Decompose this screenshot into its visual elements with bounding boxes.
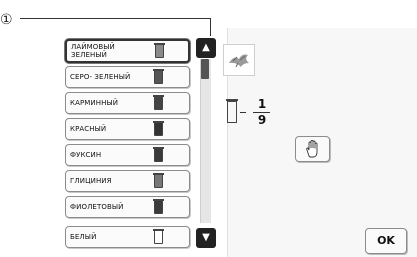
color-counter-current: 1 (257, 97, 267, 111)
triangle-up-icon: ▲ (202, 42, 210, 53)
triangle-down-icon: ▼ (202, 232, 210, 243)
ok-button[interactable]: OK (365, 228, 407, 254)
thread-spool-icon (154, 148, 163, 162)
color-item[interactable]: ФИОЛЕТОВЫЙ (65, 196, 190, 218)
thread-spool-icon (155, 44, 164, 58)
embroidery-preview (223, 44, 255, 76)
callout-leader-line-vertical (210, 18, 211, 36)
thread-spool-icon (154, 122, 163, 136)
thread-spool-icon (154, 174, 163, 188)
thread-spool-icon (154, 70, 163, 84)
color-item[interactable]: ЛАЙМОВЫЙ ЗЕЛЕНЫЙ (65, 39, 190, 63)
callout-number: ① (0, 12, 13, 28)
color-counter-total: 9 (257, 113, 267, 127)
scroll-down-button[interactable]: ▼ (196, 228, 216, 248)
color-item[interactable]: СЕРО- ЗЕЛЕНЫЙ (65, 66, 190, 88)
scrollbar-thumb[interactable] (201, 59, 209, 79)
embroidery-preview-icon (229, 54, 249, 68)
move-hand-button[interactable] (295, 136, 330, 162)
color-item-label: ЛАЙМОВЫЙ ЗЕЛЕНЫЙ (71, 43, 115, 59)
color-item-label: КАРМИННЫЙ (70, 99, 119, 107)
color-item-label: БЕЛЫЙ (70, 233, 97, 241)
callout-leader-line (20, 18, 211, 19)
thread-spool-icon (154, 96, 163, 110)
counter-dash (240, 112, 246, 113)
thread-spool-icon (227, 101, 237, 123)
thread-spool-icon (154, 230, 163, 244)
color-item[interactable]: КРАСНЫЙ (65, 118, 190, 140)
color-item-label: СЕРО- ЗЕЛЕНЫЙ (70, 73, 131, 81)
hand-icon (306, 140, 318, 158)
color-item-label: ФУКСИН (70, 151, 102, 159)
color-item[interactable]: ГЛИЦИНИЯ (65, 170, 190, 192)
color-item[interactable]: ФУКСИН (65, 144, 190, 166)
color-item-label: ГЛИЦИНИЯ (70, 177, 112, 185)
thread-spool-icon (154, 200, 163, 214)
color-item[interactable]: КАРМИННЫЙ (65, 92, 190, 114)
scroll-up-button[interactable]: ▲ (196, 38, 216, 58)
scrollbar-track[interactable] (200, 59, 211, 223)
color-item-label: КРАСНЫЙ (70, 125, 107, 133)
color-item[interactable]: БЕЛЫЙ (65, 226, 190, 248)
color-item-label: ФИОЛЕТОВЫЙ (70, 203, 124, 211)
